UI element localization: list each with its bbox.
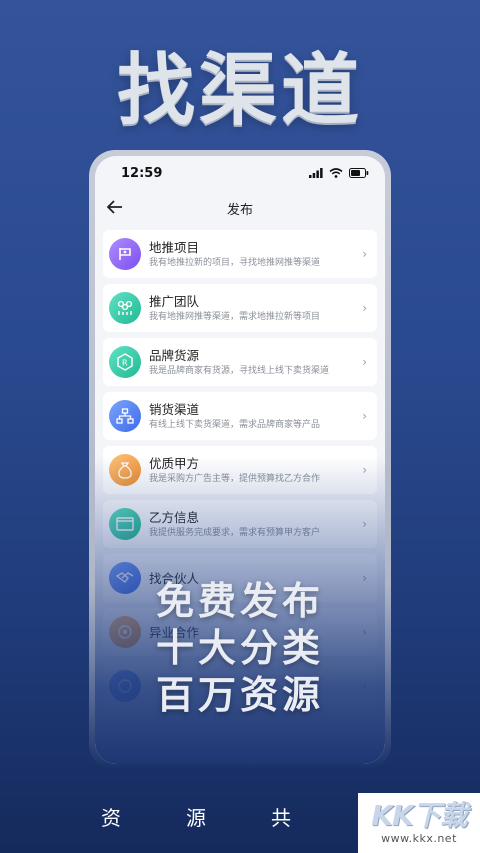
- hero-title: 找渠道: [116, 46, 363, 136]
- watermark-url: www.kkx.net: [381, 832, 457, 845]
- svg-text:R: R: [122, 359, 128, 368]
- battery-icon: [349, 168, 369, 178]
- team-icon: [109, 292, 141, 324]
- status-time: 12:59: [121, 165, 163, 181]
- list-item-title: 乙方信息: [149, 509, 200, 525]
- wifi-icon: [329, 168, 343, 178]
- list-item-jiafang[interactable]: 优质甲方 我是采购方广告主等，提供预算找乙方合作 ›: [103, 446, 377, 494]
- chevron-right-icon: ›: [362, 301, 367, 315]
- list-item-tuiguang[interactable]: 推广团队 我有地推网推等渠道，需求地推拉新等项目 ›: [103, 284, 377, 332]
- caption-char: 源: [186, 806, 206, 830]
- list-item-title: 推广团队: [149, 293, 200, 309]
- moneybag-icon: [109, 454, 141, 486]
- caption-char: 共: [271, 806, 291, 830]
- list-item-desc: 我是采购方广告主等，提供预算找乙方合作: [149, 473, 321, 484]
- chevron-right-icon: ›: [362, 463, 367, 477]
- nav-bar: 发布: [95, 190, 385, 226]
- list-item-title: 优质甲方: [149, 455, 200, 471]
- slogan-line: 免费发布: [155, 579, 324, 623]
- chevron-right-icon: ›: [362, 409, 367, 423]
- slogan-line: 百万资源: [155, 673, 324, 717]
- list-item-title: 品牌货源: [149, 347, 200, 363]
- list-item-desc: 我提供服务完成要求，需求有预算甲方客户: [149, 527, 321, 538]
- list-item-title: 销货渠道: [149, 401, 200, 417]
- list-item-desc: 我有地推拉新的项目，寻找地推网推等渠道: [149, 257, 321, 268]
- list-item-pinpai[interactable]: R 品牌货源 我是品牌商家有货源，寻找线上线下卖货渠道 ›: [103, 338, 377, 386]
- watermark: KK下载 www.kkx.net: [358, 793, 480, 853]
- nav-title: 发布: [226, 202, 253, 218]
- flag-icon: [109, 238, 141, 270]
- status-bar: 12:59: [95, 156, 385, 190]
- list-item-xiaohuo[interactable]: 销货渠道 有线上线下卖货渠道，需求品牌商家等产品 ›: [103, 392, 377, 440]
- list-item-desc: 我是品牌商家有货源，寻找线上线下卖货渠道: [149, 365, 330, 376]
- watermark-logo: KK下载: [371, 799, 467, 832]
- list-item-desc: 有线上线下卖货渠道，需求品牌商家等产品: [149, 419, 321, 430]
- brand-icon: R: [109, 346, 141, 378]
- network-icon: [109, 400, 141, 432]
- cellular-signal-icon: [309, 168, 323, 178]
- list-item-desc: 我有地推网推等渠道，需求地推拉新等项目: [149, 311, 321, 322]
- slogan-block: 免费发布 十大分类 百万资源: [0, 578, 480, 719]
- slogan-line: 十大分类: [155, 626, 324, 670]
- chevron-right-icon: ›: [362, 355, 367, 369]
- chevron-right-icon: ›: [362, 247, 367, 261]
- list-item-yifang[interactable]: 乙方信息 我提供服务完成要求，需求有预算甲方客户 ›: [103, 500, 377, 548]
- chevron-right-icon: ›: [362, 517, 367, 531]
- caption-char: 资: [101, 806, 121, 830]
- list-item-title: 地推项目: [149, 239, 200, 255]
- folder-icon: [109, 508, 141, 540]
- list-item-ditui[interactable]: 地推项目 我有地推拉新的项目，寻找地推网推等渠道 ›: [103, 230, 377, 278]
